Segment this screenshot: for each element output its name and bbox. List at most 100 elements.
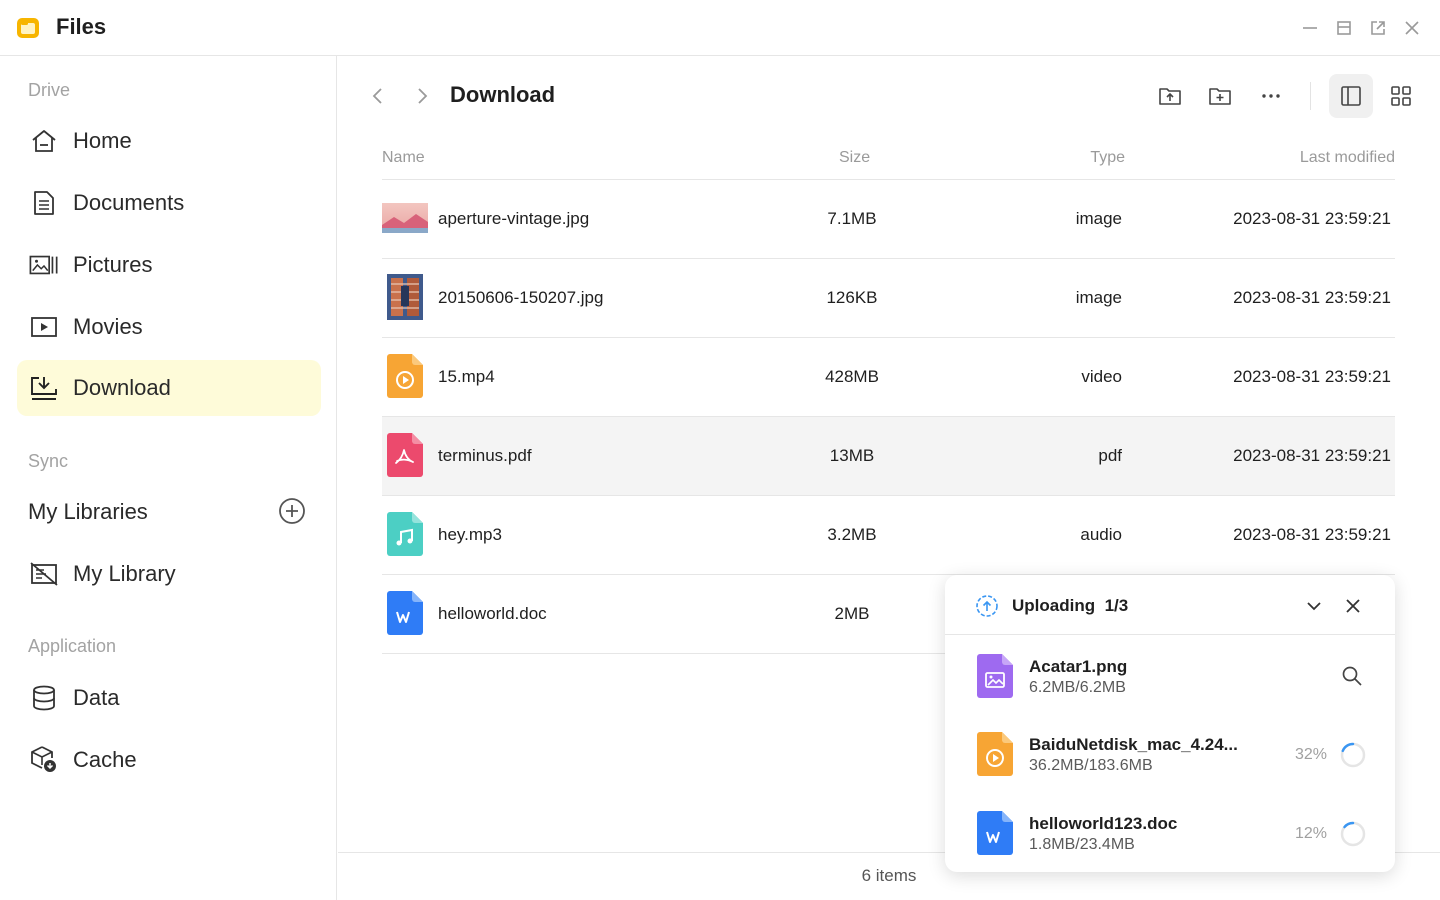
download-icon <box>29 374 59 402</box>
close-upload-icon[interactable] <box>1341 594 1365 618</box>
loading-spinner-icon <box>1339 820 1367 848</box>
column-header-size[interactable]: Size <box>839 149 870 167</box>
sidebar-item-cache[interactable]: Cache <box>17 732 321 788</box>
upload-item[interactable]: helloworld123.doc 1.8MB/23.4MB 12% <box>945 794 1395 873</box>
files-app-icon <box>16 16 40 40</box>
upload-title: Uploading 1/3 <box>1012 596 1129 615</box>
video-file-icon <box>977 732 1013 776</box>
table-row[interactable]: 20150606-150207.jpg 126KB image 2023-08-… <box>382 259 1395 338</box>
table-row[interactable]: terminus.pdf 13MB pdf 2023-08-31 23:59:2… <box>382 417 1395 496</box>
sidebar-item-label: Data <box>73 685 120 710</box>
sidebar-item-label: Pictures <box>73 252 153 277</box>
upload-file-name: Acatar1.png <box>1029 657 1128 676</box>
sync-section-title: Sync <box>28 451 69 471</box>
audio-file-icon <box>382 511 428 557</box>
word-file-icon <box>382 590 428 636</box>
back-icon[interactable] <box>366 84 390 108</box>
sidebar-item-movies[interactable]: Movies <box>17 299 321 355</box>
library-off-icon <box>29 560 59 588</box>
column-header-type[interactable]: Type <box>1090 149 1125 167</box>
grid-view-icon[interactable] <box>1381 76 1421 116</box>
search-icon[interactable] <box>1341 665 1363 687</box>
new-folder-icon[interactable] <box>1200 76 1240 116</box>
file-name: aperture-vintage.jpg <box>438 209 590 228</box>
toolbar-divider <box>1310 82 1311 110</box>
image-thumbnail <box>382 274 428 320</box>
table-row[interactable]: 15.mp4 428MB video 2023-08-31 23:59:21 <box>382 338 1395 417</box>
sidebar-item-label: My Library <box>73 561 176 586</box>
minimize-icon[interactable] <box>1299 17 1321 39</box>
table-row[interactable]: hey.mp3 3.2MB audio 2023-08-31 23:59:21 <box>382 496 1395 575</box>
upload-percent: 32% <box>1294 746 1327 763</box>
list-view-icon[interactable] <box>1329 74 1373 118</box>
maximize-icon[interactable] <box>1333 17 1355 39</box>
collapse-icon[interactable] <box>1302 594 1326 618</box>
sidebar-item-label: Movies <box>73 314 143 339</box>
upload-percent: 12% <box>1294 825 1327 842</box>
upload-panel: Uploading 1/3 Acatar1.png 6.2MB/6.2MB Ba… <box>945 575 1395 872</box>
forward-icon[interactable] <box>410 84 434 108</box>
table-row[interactable]: aperture-vintage.jpg 7.1MB image 2023-08… <box>382 180 1395 259</box>
upload-file-size: 1.8MB/23.4MB <box>1029 836 1135 853</box>
file-size: 13MB <box>829 446 875 465</box>
column-header-name[interactable]: Name <box>382 149 425 167</box>
word-file-icon <box>977 811 1013 855</box>
file-name: 20150606-150207.jpg <box>438 288 604 307</box>
sidebar-item-home[interactable]: Home <box>17 113 321 169</box>
upload-folder-icon[interactable] <box>1150 76 1190 116</box>
loading-spinner-icon <box>1339 741 1367 769</box>
file-size: 3.2MB <box>827 525 877 544</box>
image-thumbnail <box>382 195 428 241</box>
drive-section-title: Drive <box>28 80 71 100</box>
application-section-title: Application <box>28 636 117 656</box>
pdf-file-icon <box>382 432 428 478</box>
file-size: 428MB <box>825 367 879 386</box>
pop-out-icon[interactable] <box>1367 17 1389 39</box>
upload-file-name: BaiduNetdisk_mac_4.24... <box>1029 735 1238 754</box>
file-name: 15.mp4 <box>438 367 495 386</box>
upload-panel-header: Uploading 1/3 <box>945 575 1395 635</box>
upload-item[interactable]: Acatar1.png 6.2MB/6.2MB <box>945 637 1395 716</box>
close-icon[interactable] <box>1401 17 1423 39</box>
sidebar-item-pictures[interactable]: Pictures <box>17 237 321 293</box>
title-bar: Files <box>0 0 1440 56</box>
file-name: hey.mp3 <box>438 525 502 544</box>
home-icon <box>29 127 59 155</box>
file-size: 126KB <box>826 288 878 307</box>
file-modified: 2023-08-31 23:59:21 <box>1233 446 1391 465</box>
breadcrumb: Download <box>450 82 556 107</box>
file-size: 7.1MB <box>827 209 877 228</box>
app-title: Files <box>56 14 107 39</box>
file-type: audio <box>1080 525 1122 544</box>
sidebar-item-download[interactable]: Download <box>17 360 321 416</box>
movie-icon <box>29 313 59 341</box>
file-modified: 2023-08-31 23:59:21 <box>1233 209 1391 228</box>
my-libraries-label: My Libraries <box>28 499 148 524</box>
sidebar-item-my-library[interactable]: My Library <box>17 546 321 602</box>
column-header-modified[interactable]: Last modified <box>1300 149 1395 167</box>
pictures-icon <box>29 251 59 279</box>
file-type: pdf <box>1098 446 1122 465</box>
sidebar-item-label: Documents <box>73 190 185 215</box>
database-icon <box>29 684 59 712</box>
file-type: image <box>1075 209 1122 228</box>
file-name: terminus.pdf <box>438 446 532 465</box>
file-modified: 2023-08-31 23:59:21 <box>1233 525 1391 544</box>
file-size: 2MB <box>834 604 870 623</box>
sidebar-item-label: Home <box>73 128 132 153</box>
upload-file-size: 6.2MB/6.2MB <box>1029 679 1126 696</box>
table-header: Name Size Type Last modified <box>382 136 1395 180</box>
add-library-icon[interactable] <box>277 496 307 526</box>
sidebar-item-data[interactable]: Data <box>17 670 321 726</box>
file-name: helloworld.doc <box>438 604 547 623</box>
sidebar-item-label: Download <box>73 375 171 400</box>
sidebar-item-documents[interactable]: Documents <box>17 175 321 231</box>
upload-file-name: helloworld123.doc <box>1029 814 1178 833</box>
more-icon[interactable] <box>1251 76 1291 116</box>
image-file-icon <box>977 654 1013 698</box>
upload-progress-icon <box>975 594 999 618</box>
document-icon <box>29 189 59 217</box>
upload-item[interactable]: BaiduNetdisk_mac_4.24... 36.2MB/183.6MB … <box>945 715 1395 794</box>
sidebar: Drive Home Documents Pictures Movies Dow… <box>0 56 337 900</box>
file-type: image <box>1075 288 1122 307</box>
